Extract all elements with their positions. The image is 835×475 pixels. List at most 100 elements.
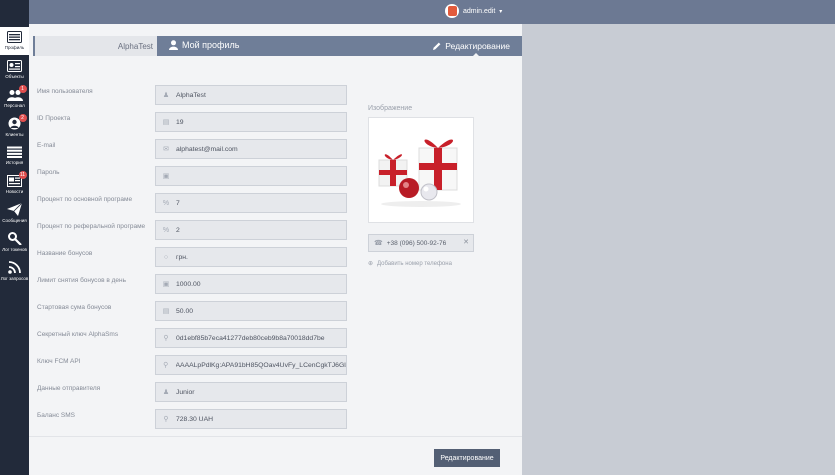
user-menu[interactable]: admin.edit ▾ xyxy=(445,4,502,18)
form-row: Секретный ключ AlphaSms ⚲ 0d1ebf85b7eca41… xyxy=(37,328,357,348)
email-field[interactable]: ✉ alphatest@mail.com xyxy=(155,139,347,159)
top-bar: admin.edit ▾ xyxy=(0,0,835,24)
sidebar-item-objects[interactable]: Объекты xyxy=(0,56,29,84)
form-row: Имя пользователя ♟ AlphaTest xyxy=(37,85,357,105)
add-phone-link[interactable]: ⊕ Добавить номер телефона xyxy=(368,260,452,268)
mail-icon: ✉ xyxy=(163,146,169,153)
sidebar-item-staff[interactable]: 1 Персонал xyxy=(0,85,29,113)
sidebar-item-label: Сообщения xyxy=(2,218,27,223)
avatar[interactable] xyxy=(445,4,459,18)
start-bonus-field[interactable]: ▤ 50.00 xyxy=(155,301,347,321)
sidebar-item-label: Лог токенов xyxy=(2,247,27,252)
sidebar-item-label: Клиенты xyxy=(5,132,24,137)
profile-form: Имя пользователя ♟ AlphaTest ID Проекта ▤… xyxy=(29,56,522,436)
pencil-icon xyxy=(433,42,441,50)
profile-card-icon xyxy=(7,30,23,43)
chevron-down-icon[interactable]: ▾ xyxy=(499,8,502,15)
form-row: E-mail ✉ alphatest@mail.com xyxy=(37,139,357,159)
sidebar-item-clients[interactable]: 2 Клиенты xyxy=(0,114,29,142)
profile-header: Мой профиль Редактирование xyxy=(157,36,522,57)
referral-percent-field[interactable]: % 2 xyxy=(155,220,347,240)
key-icon: ⚲ xyxy=(163,416,169,423)
alphasms-key-field[interactable]: ⚲ 0d1ebf85b7eca41277deb80ceb9b8a70018dd7b… xyxy=(155,328,347,348)
form-row: Название бонусов ○ грн. xyxy=(37,247,357,267)
phone-icon: ☎ xyxy=(374,240,383,247)
key-icon: ⚲ xyxy=(163,335,169,342)
token-log-icon xyxy=(7,232,23,245)
profile-image[interactable] xyxy=(368,117,474,223)
tab-edit[interactable]: Редактирование xyxy=(433,41,510,51)
close-icon[interactable]: ✕ xyxy=(463,238,469,246)
form-row: Данные отправителя ♟ Junior xyxy=(37,382,357,402)
staff-badge: 1 xyxy=(18,85,27,93)
sidebar-item-label: Новости xyxy=(5,189,24,194)
field-label: Секретный ключ AlphaSms xyxy=(37,331,119,338)
user-icon: ♟ xyxy=(162,92,170,99)
main-panel: AlphaTest Мой профиль Редактирование Имя… xyxy=(29,24,522,475)
empty-area xyxy=(522,24,835,475)
field-label: Данные отправителя xyxy=(37,385,101,392)
form-row: Стартовая сума бонусов ▤ 50.00 xyxy=(37,301,357,321)
money-icon: ▤ xyxy=(162,308,170,315)
tab-edit-label: Редактирование xyxy=(445,41,510,51)
username-field[interactable]: ♟ AlphaTest xyxy=(155,85,347,105)
news-icon: 11 xyxy=(7,171,27,187)
tab-alphatest[interactable]: AlphaTest xyxy=(33,36,157,56)
plus-icon: ⊕ xyxy=(368,261,374,267)
lock-icon: ▣ xyxy=(162,173,170,180)
sidebar-item-label: Профиль xyxy=(4,45,25,50)
bonus-name-field[interactable]: ○ грн. xyxy=(155,247,347,267)
clients-icon: 2 xyxy=(7,114,27,130)
form-footer: Редактирование xyxy=(29,436,522,475)
key-icon: ⚲ xyxy=(163,362,169,369)
edit-button[interactable]: Редактирование xyxy=(434,449,500,467)
sidebar-item-token-log[interactable]: Лог токенов xyxy=(0,229,29,257)
field-label: Имя пользователя xyxy=(37,88,93,95)
field-label: Процент по реферальной програме xyxy=(37,223,146,230)
user-name[interactable]: admin.edit xyxy=(463,8,495,15)
history-icon xyxy=(7,145,23,158)
sidebar-item-request-log[interactable]: Лог запросов xyxy=(0,258,29,286)
field-label: E-mail xyxy=(37,142,56,149)
bonus-limit-field[interactable]: ▣ 1000.00 xyxy=(155,274,347,294)
form-row: Лимит снятия бонусов в день ▣ 1000.00 xyxy=(37,274,357,294)
request-log-icon xyxy=(7,261,23,274)
field-label: Процент по основной програме xyxy=(37,196,133,203)
sidebar: Профиль Объекты 1 Персонал 2 Клиенты Ист… xyxy=(0,0,29,475)
fcm-key-field[interactable]: ⚲ AAAALpPdlKg:APA91bH85QOav4UvFy_LCenCgkT… xyxy=(155,355,347,375)
sidebar-item-label: Персонал xyxy=(4,103,25,108)
phone-field[interactable]: ☎ +38 (096) 500-92-76 ✕ xyxy=(368,234,474,252)
objects-icon xyxy=(7,59,23,72)
main-percent-field[interactable]: % 7 xyxy=(155,193,347,213)
user-icon: ♟ xyxy=(162,389,170,396)
password-field[interactable]: ▣ xyxy=(155,166,347,186)
id-icon: ▤ xyxy=(162,119,170,126)
image-label: Изображение xyxy=(368,105,413,112)
lock-icon: ▣ xyxy=(162,281,170,288)
field-label: ID Проекта xyxy=(37,115,71,122)
field-label: Стартовая сума бонусов xyxy=(37,304,112,311)
percent-icon: % xyxy=(162,199,170,207)
percent-icon: % xyxy=(162,226,170,234)
gift-boxes-image xyxy=(378,139,461,207)
tab-bar: AlphaTest Мой профиль Редактирование xyxy=(29,36,522,57)
sidebar-item-messages[interactable]: Сообщения xyxy=(0,200,29,228)
form-row: ID Проекта ▤ 19 xyxy=(37,112,357,132)
field-label: Баланс SMS xyxy=(37,412,76,419)
staff-icon: 1 xyxy=(6,85,27,101)
sidebar-item-label: Лог запросов xyxy=(0,276,29,281)
news-badge: 11 xyxy=(18,171,27,179)
form-row: Баланс SMS ⚲ 728.30 UAH xyxy=(37,409,357,429)
tab-my-profile[interactable]: Мой профиль xyxy=(169,40,239,50)
user-icon xyxy=(169,40,178,50)
coins-icon: ○ xyxy=(163,253,169,261)
project-id-field[interactable]: ▤ 19 xyxy=(155,112,347,132)
sms-balance-field[interactable]: ⚲ 728.30 UAH xyxy=(155,409,347,429)
sidebar-item-history[interactable]: История xyxy=(0,142,29,170)
tab-my-profile-label: Мой профиль xyxy=(182,40,240,50)
sidebar-item-news[interactable]: 11 Новости xyxy=(0,171,29,199)
sender-field[interactable]: ♟ Junior xyxy=(155,382,347,402)
form-row: Процент по реферальной програме % 2 xyxy=(37,220,357,240)
field-label: Пароль xyxy=(37,169,60,176)
sidebar-item-profile[interactable]: Профиль xyxy=(0,27,29,55)
